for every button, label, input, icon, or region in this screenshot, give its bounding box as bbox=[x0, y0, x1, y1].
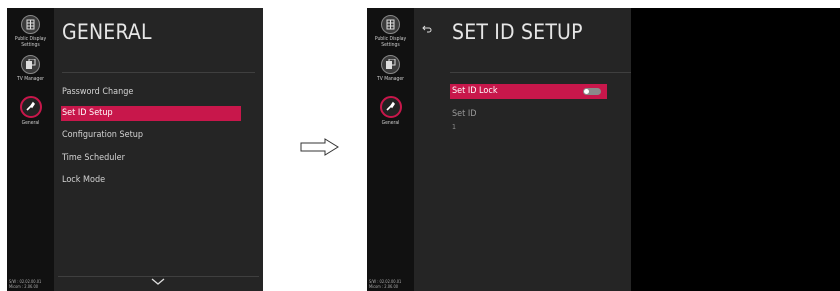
sidebar-item-label: Public Display Settings bbox=[374, 36, 407, 48]
right-arrow-icon bbox=[300, 138, 339, 156]
sidebar-item-label: Public Display Settings bbox=[14, 36, 47, 48]
sidebar-item-label: TV Manager bbox=[377, 76, 404, 82]
public-display-icon bbox=[21, 15, 40, 34]
page-title: GENERAL bbox=[62, 20, 152, 44]
micom-version: Micom : 2.06.00 bbox=[369, 284, 399, 289]
toggle-knob bbox=[584, 89, 589, 94]
sidebar-item-public-display-settings[interactable]: Public Display Settings bbox=[7, 15, 54, 48]
sidebar: Public Display Settings TV Manager Gener… bbox=[367, 8, 414, 291]
title-divider bbox=[62, 72, 255, 73]
set-id-label: Set ID bbox=[452, 109, 477, 119]
menu-item-time-scheduler[interactable]: Time Scheduler bbox=[62, 151, 125, 166]
general-screen: Public Display Settings TV Manager Gener… bbox=[7, 8, 263, 291]
set-id-lock-toggle[interactable] bbox=[583, 88, 601, 95]
sidebar-item-tv-manager[interactable]: TV Manager bbox=[7, 55, 54, 82]
page-title: SET ID SETUP bbox=[452, 20, 583, 44]
tv-manager-icon bbox=[21, 55, 40, 74]
menu-item-configuration-setup[interactable]: Configuration Setup bbox=[62, 128, 143, 143]
micom-version: Micom : 2.06.00 bbox=[9, 284, 39, 289]
sidebar-item-label: TV Manager bbox=[17, 76, 44, 82]
menu-item-set-id-setup[interactable]: Set ID Setup bbox=[61, 106, 241, 121]
title-divider bbox=[450, 72, 631, 73]
set-id-lock-row[interactable]: Set ID Lock bbox=[450, 84, 607, 99]
bottom-divider bbox=[58, 276, 259, 277]
menu-item-password-change[interactable]: Password Change bbox=[62, 85, 133, 100]
sidebar-item-general[interactable]: General bbox=[7, 96, 54, 126]
tv-manager-icon bbox=[381, 55, 400, 74]
set-id-value[interactable]: 1 bbox=[452, 123, 456, 131]
version-info: S/W : 02.02.00.01 Micom : 2.06.00 bbox=[9, 279, 41, 289]
set-id-lock-label: Set ID Lock bbox=[452, 86, 498, 96]
public-display-icon bbox=[381, 15, 400, 34]
set-id-setup-screen: Public Display Settings TV Manager Gener… bbox=[367, 8, 631, 291]
version-info: S/W : 02.02.00.01 Micom : 2.06.00 bbox=[369, 279, 401, 289]
sidebar-item-public-display-settings[interactable]: Public Display Settings bbox=[367, 15, 414, 48]
menu-item-lock-mode[interactable]: Lock Mode bbox=[62, 173, 105, 188]
sidebar-item-label: General bbox=[381, 120, 400, 126]
sidebar: Public Display Settings TV Manager Gener… bbox=[7, 8, 54, 291]
back-arrow-icon[interactable] bbox=[422, 25, 432, 33]
sidebar-item-label: General bbox=[21, 120, 40, 126]
set-id-panel: SET ID SETUP Set ID Lock Set ID 1 bbox=[414, 8, 631, 291]
sidebar-item-tv-manager[interactable]: TV Manager bbox=[367, 55, 414, 82]
general-wrench-icon bbox=[19, 96, 42, 118]
general-wrench-icon bbox=[379, 96, 402, 118]
blank-screen-area bbox=[631, 8, 840, 291]
general-panel: GENERAL Password Change Set ID Setup Con… bbox=[54, 8, 263, 291]
sidebar-item-general[interactable]: General bbox=[367, 96, 414, 126]
chevron-down-icon[interactable] bbox=[151, 278, 165, 285]
